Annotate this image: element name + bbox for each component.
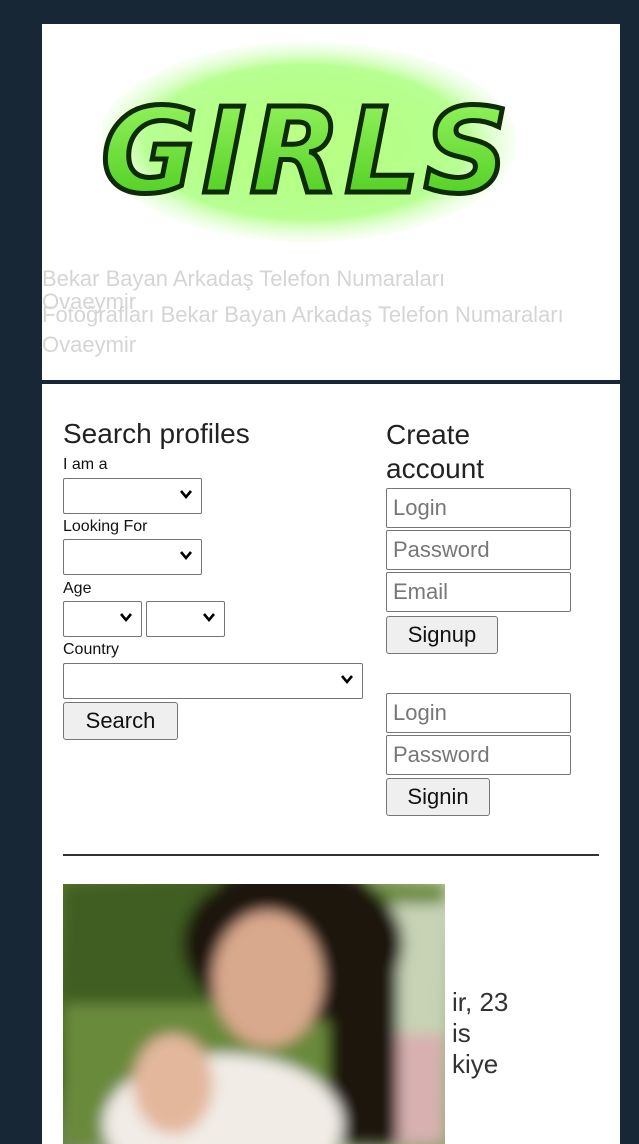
age-from-select[interactable] [63,601,142,637]
signup-password-input[interactable]: Password [386,530,571,570]
signup-email-input[interactable]: Email [386,572,571,612]
chevron-down-icon [120,613,132,623]
i-am-label: I am a [63,456,108,473]
section-divider [63,854,599,856]
signin-login-input[interactable]: Login [386,693,571,733]
looking-for-label: Looking For [63,518,148,535]
age-label: Age [63,580,92,597]
profile-photo[interactable] [63,884,445,1144]
main-content: Search profiles I am a Looking For Age C… [42,384,620,1144]
profile-country: kiye [452,1049,499,1079]
country-select[interactable] [63,663,363,699]
search-button[interactable]: Search [63,702,178,740]
country-label: Country [63,641,120,658]
girls-logo[interactable]: GIRLS [97,42,522,242]
looking-for-select[interactable] [63,539,202,575]
chevron-down-icon [180,551,192,561]
site-header: GIRLS Bekar Bayan Arkadaş Telefon Numara… [42,24,620,380]
profile-location: is [452,1018,471,1048]
signin-password-input[interactable]: Password [386,735,571,775]
logo-text: GIRLS [102,82,513,220]
signin-button[interactable]: Signin [386,778,490,816]
chevron-down-icon [203,613,215,623]
tagline-line-3: Fotoğrafları Bekar Bayan Arkadaş Telefon… [42,302,564,357]
i-am-select[interactable] [63,478,202,514]
chevron-down-icon [341,675,353,685]
signup-login-input[interactable]: Login [386,488,571,528]
create-account-title: Create account [386,419,485,484]
age-to-select[interactable] [146,601,225,637]
profile-name-age: ir, 23 [452,987,509,1017]
signup-button[interactable]: Signup [386,616,498,654]
search-profiles-title: Search profiles [63,418,250,449]
chevron-down-icon [180,490,192,500]
